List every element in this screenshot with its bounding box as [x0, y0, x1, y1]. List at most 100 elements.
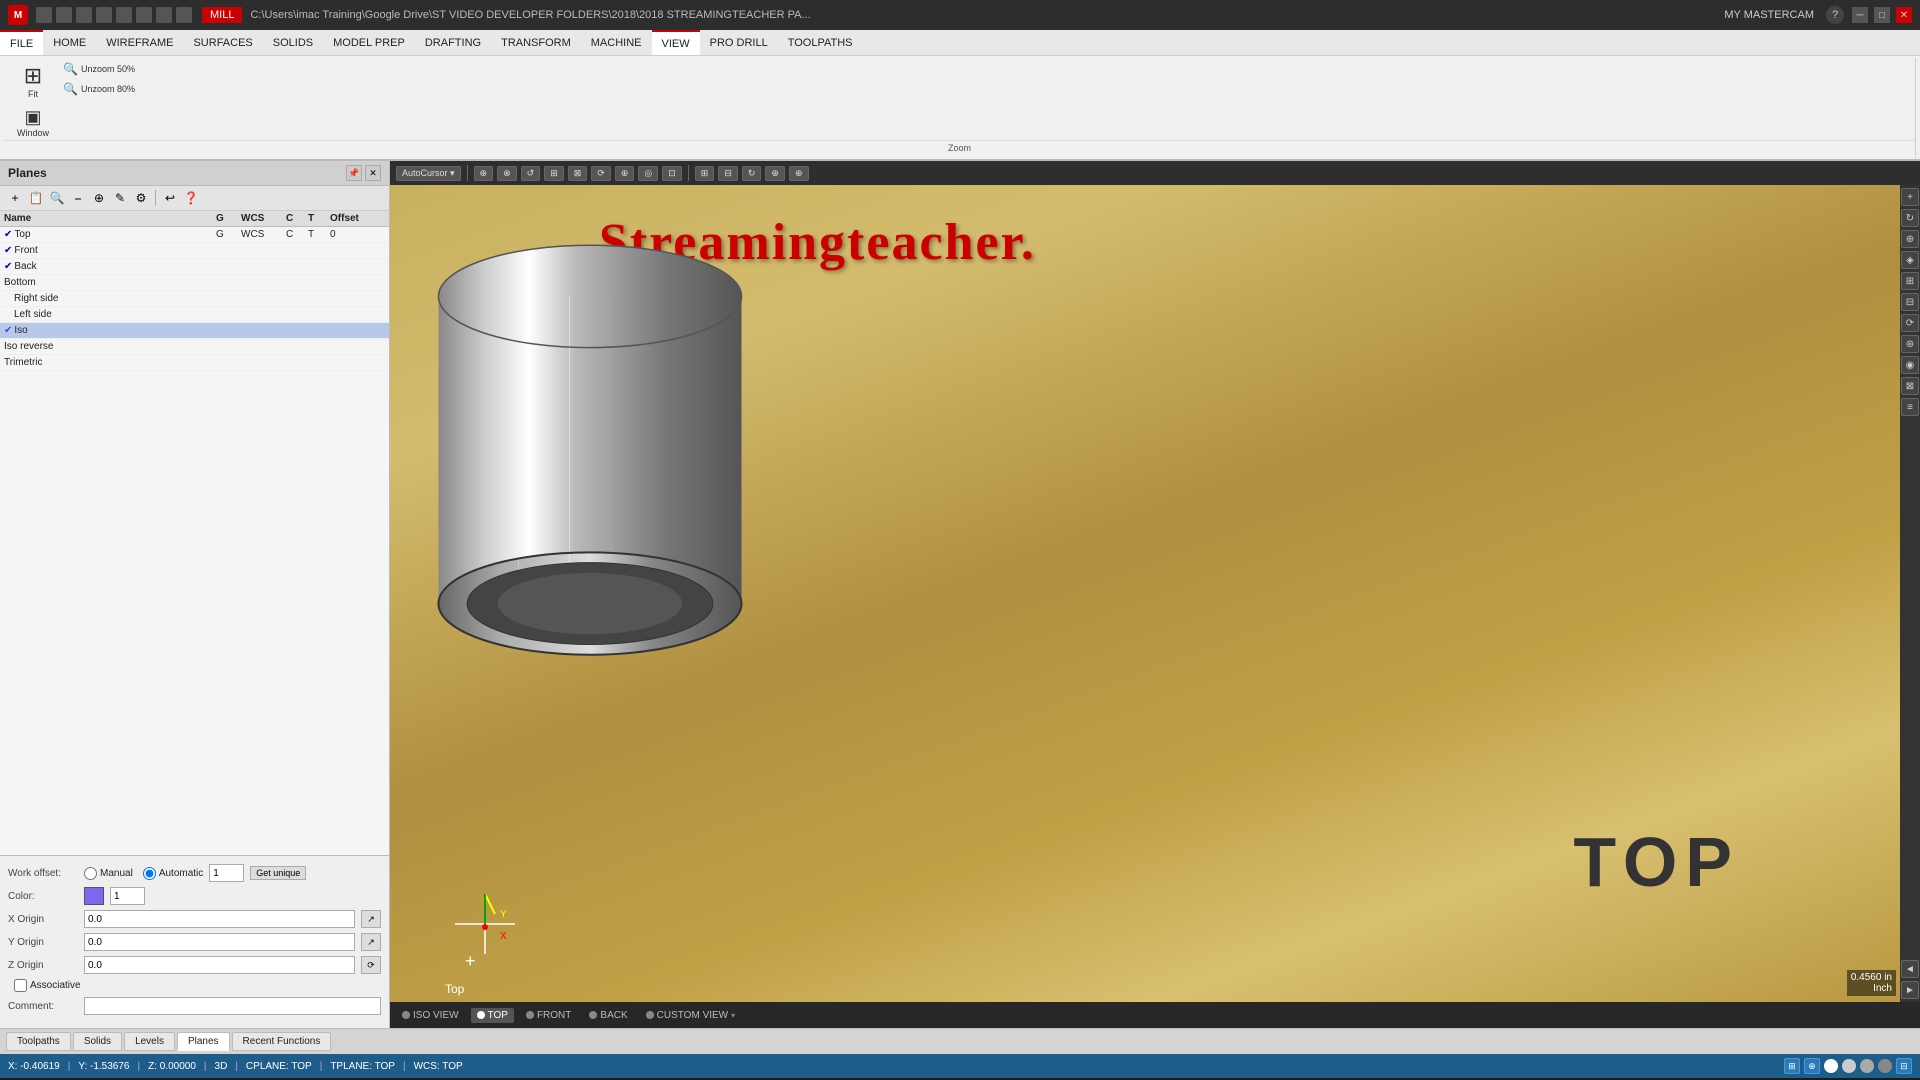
vt-btn9[interactable]: ⊡	[662, 166, 682, 181]
menu-transform[interactable]: TRANSFORM	[491, 30, 581, 55]
tab-levels[interactable]: Levels	[124, 1032, 175, 1051]
window-button[interactable]: ▣ Window	[10, 104, 56, 141]
menu-wireframe[interactable]: WIREFRAME	[96, 30, 183, 55]
menu-drafting[interactable]: DRAFTING	[415, 30, 491, 55]
plane-row-leftside[interactable]: Left side	[0, 307, 389, 323]
rt-btn2[interactable]: ↻	[1901, 209, 1919, 227]
vt-btn12[interactable]: ↻	[742, 166, 762, 181]
rt-btn9[interactable]: ◉	[1901, 356, 1919, 374]
plane-row-trimetric[interactable]: Trimetric	[0, 355, 389, 371]
menu-solids[interactable]: SOLIDS	[263, 30, 323, 55]
bottom-tabs-bar: Toolpaths Solids Levels Planes Recent Fu…	[0, 1028, 1920, 1054]
rt-btn10[interactable]: ⊠	[1901, 377, 1919, 395]
vt-btn6[interactable]: ⟳	[591, 166, 611, 181]
menu-view[interactable]: VIEW	[652, 30, 700, 55]
x-origin-input[interactable]	[84, 910, 355, 928]
menu-pro-drill[interactable]: PRO DRILL	[700, 30, 778, 55]
fit-button[interactable]: ⊞ Fit	[13, 60, 53, 102]
vt-btn13[interactable]: ⊕	[765, 166, 785, 181]
help-button[interactable]: ?	[1826, 6, 1844, 24]
status-icon3[interactable]: ⊟	[1896, 1058, 1912, 1074]
planes-tb-btn7[interactable]: ⚙	[132, 189, 150, 207]
iso-view-tab[interactable]: ISO VIEW	[396, 1008, 465, 1023]
y-set-button[interactable]: ↗	[361, 933, 381, 951]
tab-recent-functions[interactable]: Recent Functions	[232, 1032, 332, 1051]
cursor-cross: Y X	[450, 889, 520, 962]
vt-btn5[interactable]: ⊠	[568, 166, 588, 181]
unzoom-80-button[interactable]: 🔍 Unzoom 80%	[58, 80, 140, 98]
rt-btn1[interactable]: +	[1901, 188, 1919, 206]
plane-row-back[interactable]: ✔Back	[0, 259, 389, 275]
front-view-tab[interactable]: FRONT	[520, 1008, 577, 1023]
planes-tb-btn6[interactable]: ✎	[111, 189, 129, 207]
rt-btn8[interactable]: ⊛	[1901, 335, 1919, 353]
autocursor-button[interactable]: AutoCursor ▾	[396, 166, 461, 181]
color-swatch[interactable]	[84, 887, 104, 905]
rt-scroll-down[interactable]: ►	[1901, 981, 1919, 999]
restore-button[interactable]: □	[1874, 7, 1890, 23]
plane-row-top[interactable]: ✔Top G WCS C T 0	[0, 227, 389, 243]
planes-pin-button[interactable]: 📌	[346, 165, 362, 181]
custom-view-tab[interactable]: CUSTOM VIEW ▾	[640, 1008, 742, 1023]
viewport-3d-canvas[interactable]: Streamingteacher. TOP	[390, 185, 1900, 1002]
planes-tb-btn9[interactable]: ❓	[182, 189, 200, 207]
planes-close-button[interactable]: ✕	[365, 165, 381, 181]
vt-btn4[interactable]: ⊞	[544, 166, 564, 181]
color-value-input[interactable]	[110, 887, 145, 905]
y-origin-input[interactable]	[84, 933, 355, 951]
vt-btn1[interactable]: ⊕	[474, 166, 494, 181]
rt-btn5[interactable]: ⊞	[1901, 272, 1919, 290]
vt-btn3[interactable]: ↺	[521, 166, 541, 181]
associative-checkbox[interactable]: Associative	[14, 979, 81, 992]
comment-row: Comment:	[8, 997, 381, 1015]
z-set-button[interactable]: ⟳	[361, 956, 381, 974]
close-button[interactable]: ✕	[1896, 7, 1912, 23]
vt-btn11[interactable]: ⊟	[718, 166, 738, 181]
plane-row-bottom[interactable]: Bottom	[0, 275, 389, 291]
rt-btn7[interactable]: ⟳	[1901, 314, 1919, 332]
back-view-tab[interactable]: BACK	[583, 1008, 633, 1023]
menu-home[interactable]: HOME	[43, 30, 96, 55]
minimize-button[interactable]: ─	[1852, 7, 1868, 23]
tab-solids[interactable]: Solids	[73, 1032, 122, 1051]
menu-toolpaths[interactable]: TOOLPATHS	[778, 30, 863, 55]
z-origin-input[interactable]	[84, 956, 355, 974]
planes-search-button[interactable]: 🔍	[48, 189, 66, 207]
vt-btn7[interactable]: ⊕	[615, 166, 635, 181]
vt-btn10[interactable]: ⊞	[695, 166, 715, 181]
tab-toolpaths[interactable]: Toolpaths	[6, 1032, 71, 1051]
vt-btn2[interactable]: ⊗	[497, 166, 517, 181]
planes-add-button[interactable]: +	[6, 189, 24, 207]
status-icon2[interactable]: ⊕	[1804, 1058, 1820, 1074]
planes-tb-btn5[interactable]: ⊕	[90, 189, 108, 207]
rt-btn11[interactable]: ≡	[1901, 398, 1919, 416]
top-view-tab[interactable]: TOP	[471, 1008, 514, 1023]
plane-row-iso[interactable]: ✔Iso	[0, 323, 389, 339]
rt-btn4[interactable]: ◈	[1901, 251, 1919, 269]
status-icon1[interactable]: ⊞	[1784, 1058, 1800, 1074]
get-unique-button[interactable]: Get unique	[250, 866, 306, 880]
planes-tb-btn4[interactable]: ⎯	[69, 189, 87, 207]
rt-btn6[interactable]: ⊟	[1901, 293, 1919, 311]
plane-row-rightside[interactable]: Right side	[0, 291, 389, 307]
rt-btn3[interactable]: ⊕	[1901, 230, 1919, 248]
offset-value-input[interactable]	[209, 864, 244, 882]
planes-tb-btn8[interactable]: ↩	[161, 189, 179, 207]
vt-btn14[interactable]: ⊕	[789, 166, 809, 181]
vt-btn8[interactable]: ◎	[638, 166, 658, 181]
comment-input[interactable]	[84, 997, 381, 1015]
menu-machine[interactable]: MACHINE	[581, 30, 652, 55]
menu-model-prep[interactable]: MODEL PREP	[323, 30, 415, 55]
tab-planes[interactable]: Planes	[177, 1032, 230, 1051]
my-mastercam-label[interactable]: MY MASTERCAM	[1724, 9, 1814, 21]
unzoom-50-button[interactable]: 🔍 Unzoom 50%	[58, 60, 140, 78]
plane-row-iso-reverse[interactable]: Iso reverse	[0, 339, 389, 355]
manual-radio[interactable]: Manual	[84, 867, 133, 880]
automatic-radio[interactable]: Automatic	[143, 867, 203, 880]
menu-surfaces[interactable]: SURFACES	[183, 30, 262, 55]
menu-file[interactable]: FILE	[0, 30, 43, 55]
plane-row-front[interactable]: ✔Front	[0, 243, 389, 259]
planes-tb-btn2[interactable]: 📋	[27, 189, 45, 207]
rt-scroll-up[interactable]: ◄	[1901, 960, 1919, 978]
x-set-button[interactable]: ↗	[361, 910, 381, 928]
